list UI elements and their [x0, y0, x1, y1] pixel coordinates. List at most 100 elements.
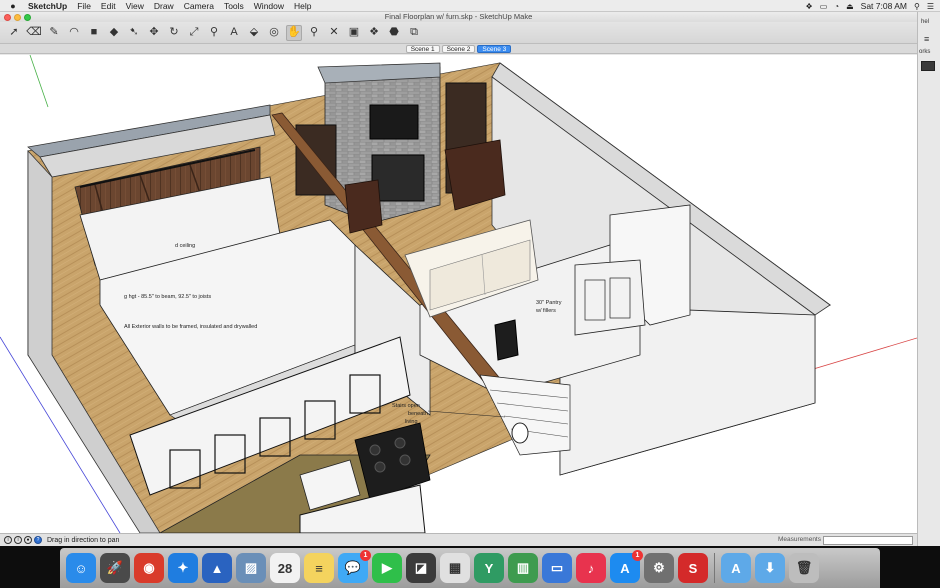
orbit-tool-icon[interactable]: ◎	[266, 25, 282, 41]
extension-warehouse-icon[interactable]: ⬣	[386, 25, 402, 41]
money-app-icon[interactable]: Y	[474, 553, 504, 583]
preview-glyph: ▨	[244, 560, 258, 575]
pencil-tool-icon[interactable]: ✎	[46, 25, 62, 41]
menu-window[interactable]: Window	[254, 1, 284, 11]
wifi-icon[interactable]: ◔	[834, 2, 839, 11]
text-tool-icon[interactable]: A	[226, 25, 242, 41]
system-preferences-glyph: ⚙	[653, 560, 665, 575]
itunes-icon[interactable]: ♪	[576, 553, 606, 583]
zoom-button[interactable]	[24, 13, 31, 21]
send-to-layout-icon[interactable]: ⧉	[406, 25, 422, 41]
floorplan-model[interactable]: d ceiling g hgt - 85.5" to beam, 92.5" t…	[0, 55, 917, 533]
side-panel-label-1: hel	[921, 19, 930, 25]
safari-icon[interactable]: ✦	[168, 553, 198, 583]
sketchup-icon[interactable]: S	[678, 553, 708, 583]
scene-tab-3[interactable]: Scene 3	[477, 45, 512, 53]
keynote-icon[interactable]: ▦	[440, 553, 470, 583]
user-icon[interactable]: ●	[24, 536, 32, 544]
applications-folder-icon[interactable]: A	[721, 553, 751, 583]
calendar-icon[interactable]: 28	[270, 553, 300, 583]
menu-draw[interactable]: Draw	[154, 1, 174, 11]
affinity-icon[interactable]: ▲	[202, 553, 232, 583]
window-titlebar[interactable]: Final Floorplan w/ furn.skp - SketchUp M…	[0, 12, 917, 22]
messages-icon[interactable]: 💬 1	[338, 550, 371, 583]
menu-camera[interactable]: Camera	[184, 1, 214, 11]
notes-glyph: ≡	[315, 560, 323, 576]
close-button[interactable]	[4, 13, 11, 21]
applications-folder-glyph: A	[731, 560, 741, 576]
thumbnail-tile[interactable]	[921, 61, 935, 71]
app-store-icon[interactable]: A1	[610, 550, 643, 583]
menu-tools[interactable]: Tools	[224, 1, 244, 11]
zoom-extents-tool-icon[interactable]: ✕	[326, 25, 342, 41]
measurements-input[interactable]	[823, 535, 913, 545]
eraser-tool-icon[interactable]: ⌫	[26, 25, 42, 41]
rotate-tool-icon[interactable]: ↻	[166, 25, 182, 41]
eject-icon[interactable]: ⏏	[846, 2, 854, 11]
downloads-folder-icon[interactable]: ⬇	[755, 553, 785, 583]
model-viewport[interactable]: d ceiling g hgt - 85.5" to beam, 92.5" t…	[0, 55, 917, 533]
wall-tv	[369, 104, 419, 140]
dropbox-icon[interactable]: ❖	[806, 2, 813, 11]
geo-location-icon[interactable]: i	[4, 536, 12, 544]
trash-icon[interactable]: 🗑	[789, 553, 819, 583]
numbers-icon[interactable]: ▥	[508, 553, 538, 583]
arc-tool-icon[interactable]: ◠	[66, 25, 82, 41]
launchpad-icon[interactable]: 🚀	[100, 553, 130, 583]
scene-tab-1[interactable]: Scene 1	[405, 45, 440, 53]
follow-me-tool-icon[interactable]: ➷	[126, 25, 142, 41]
launchpad-glyph: 🚀	[106, 560, 124, 575]
shape-tool-icon[interactable]: ■	[86, 25, 102, 41]
affinity-glyph: ▲	[210, 560, 224, 576]
menu-file[interactable]: File	[77, 1, 91, 11]
label-ceiling: d ceiling	[175, 243, 195, 249]
stair-post	[511, 422, 529, 444]
list-menu-icon[interactable]: ≡	[924, 34, 929, 44]
photo-booth-icon[interactable]: ◪	[406, 553, 436, 583]
scale-tool-icon[interactable]: ⤢	[186, 25, 202, 41]
menu-edit[interactable]: Edit	[101, 1, 116, 11]
notes-icon[interactable]: ≡	[304, 553, 334, 583]
facetime-glyph: ▶	[382, 560, 392, 575]
display-icon[interactable]: ▭	[820, 2, 828, 11]
move-tool-icon[interactable]: ✥	[146, 25, 162, 41]
finder-icon[interactable]: ☺	[66, 553, 96, 583]
menu-help[interactable]: Help	[294, 1, 311, 11]
safari-glyph: ✦	[177, 560, 189, 575]
chrome-glyph: ◉	[143, 560, 155, 575]
label-stairs-3: living	[405, 419, 418, 425]
warehouse-icon[interactable]: ▣	[346, 25, 362, 41]
zoom-tool-icon[interactable]: ⚲	[306, 25, 322, 41]
app-store-glyph: A	[620, 560, 630, 576]
scene-tabs: Scene 1 Scene 2 Scene 3	[0, 44, 917, 54]
pan-tool-icon[interactable]: ✋	[286, 24, 302, 41]
credits-icon[interactable]: i	[14, 536, 22, 544]
notification-badge: 1	[360, 550, 371, 561]
trash-glyph: 🗑	[795, 560, 813, 575]
menu-app-name[interactable]: SketchUp	[28, 1, 67, 11]
chrome-icon[interactable]: ◉	[134, 553, 164, 583]
measurements-label: Measurements	[778, 536, 821, 543]
firebox	[371, 154, 425, 202]
presentation-glyph: ▭	[550, 560, 564, 575]
minimize-button[interactable]	[14, 13, 21, 21]
system-preferences-icon[interactable]: ⚙	[644, 553, 674, 583]
push-pull-tool-icon[interactable]: ◆	[106, 25, 122, 41]
components-icon[interactable]: ❖	[366, 25, 382, 41]
status-bar: i i ● ? Drag in direction to pan Measure…	[0, 533, 917, 546]
paint-bucket-tool-icon[interactable]: ⬙	[246, 25, 262, 41]
tape-measure-tool-icon[interactable]: ⚲	[206, 25, 222, 41]
select-tool-icon[interactable]: ➚	[6, 25, 22, 41]
notification-center-icon[interactable]: ☰	[927, 2, 934, 11]
menu-view[interactable]: View	[126, 1, 144, 11]
preview-icon[interactable]: ▨	[236, 553, 266, 583]
menu-clock[interactable]: Sat 7:08 AM	[861, 1, 907, 11]
help-icon[interactable]: ?	[34, 536, 42, 544]
spotlight-icon[interactable]: ⚲	[914, 2, 920, 11]
dock-separator	[714, 553, 715, 583]
presentation-icon[interactable]: ▭	[542, 553, 572, 583]
dock: ☺ 🚀 ◉ ✦ ▲ ▨ 28 ≡ 💬 1 ▶ ◪ ▦ Y ▥ ▭ ♪ A 1 ⚙ S A ⬇ 🗑	[60, 548, 880, 588]
scene-tab-2[interactable]: Scene 2	[441, 45, 476, 53]
apple-icon[interactable]: ●	[8, 1, 18, 11]
facetime-icon[interactable]: ▶	[372, 553, 402, 583]
